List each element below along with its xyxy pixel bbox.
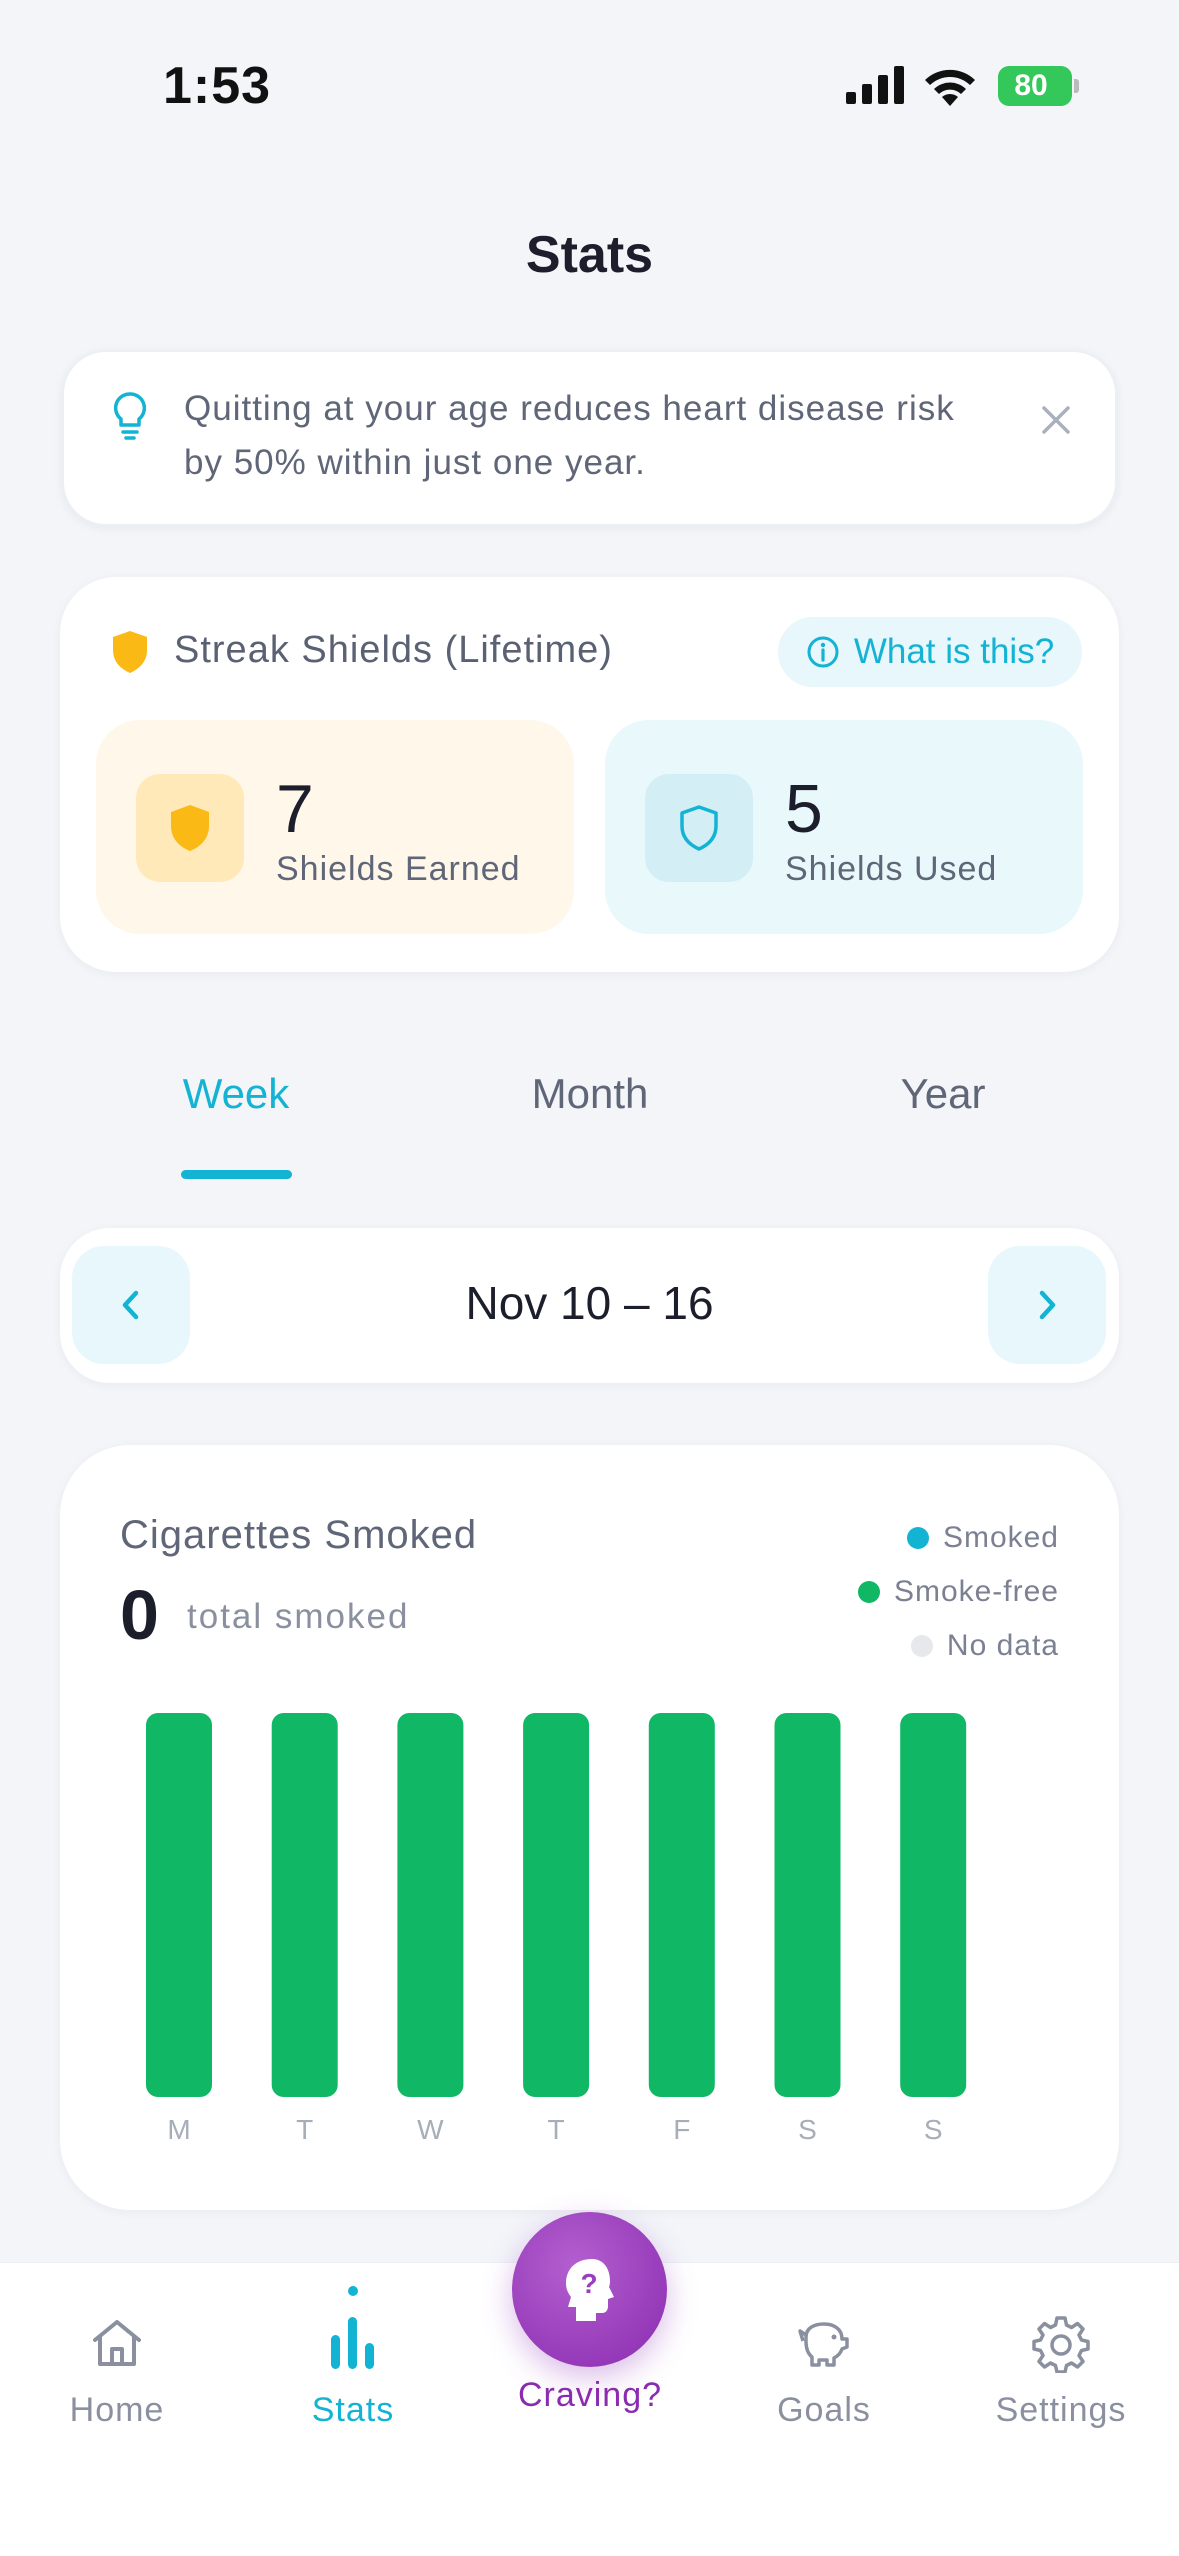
- nav-stats-label: Stats: [311, 2391, 395, 2429]
- x-tick-label: S: [798, 2114, 817, 2145]
- head-question-icon: ?: [565, 2258, 614, 2321]
- nav-goals-label: Goals: [777, 2391, 871, 2429]
- x-tick-label: W: [417, 2114, 444, 2145]
- page-title: Stats: [525, 226, 654, 284]
- nav-settings[interactable]: Settings: [961, 2313, 1161, 2430]
- tab-active-indicator: [181, 1170, 292, 1179]
- shields-earned-box: 7 Shields Earned: [96, 720, 574, 934]
- bar-smoke-free: [648, 1713, 715, 2097]
- x-tick-label: F: [673, 2114, 690, 2145]
- cigarettes-chart-card: Cigarettes Smoked 0 total smoked Smoked …: [60, 1445, 1119, 2210]
- bar-chart-icon: [331, 2286, 374, 2369]
- shields-earned-label: Shields Earned: [276, 850, 521, 888]
- shield-filled-icon: [171, 805, 209, 851]
- wifi-icon: [925, 69, 975, 106]
- next-week-button[interactable]: [988, 1246, 1106, 1364]
- x-tick-label: T: [548, 2114, 565, 2145]
- bar-chart: MTWTFSS: [146, 1713, 967, 2145]
- status-time: 1:53: [163, 57, 272, 115]
- bar-smoke-free: [774, 1713, 841, 2097]
- tip-text: Quitting at your age reduces heart disea…: [184, 389, 955, 482]
- x-tick-label: M: [167, 2114, 190, 2145]
- cellular-signal-icon: [846, 66, 904, 104]
- x-tick-label: T: [296, 2114, 313, 2145]
- status-bar: 1:53 80: [0, 0, 1179, 170]
- tab-month[interactable]: Month: [440, 1070, 740, 1118]
- tab-week[interactable]: Week: [86, 1070, 386, 1118]
- shields-used-box: 5 Shields Used: [605, 720, 1083, 934]
- x-tick-label: S: [924, 2114, 943, 2145]
- streak-shields-card: Streak Shields (Lifetime) What is this? …: [60, 577, 1119, 972]
- lightbulb-icon: [113, 392, 147, 440]
- info-icon: [807, 636, 839, 668]
- bar-smoke-free: [397, 1713, 464, 2097]
- what-is-this-button[interactable]: What is this?: [778, 617, 1082, 687]
- bar-smoke-free: [271, 1713, 338, 2097]
- shield-icon: [113, 631, 147, 673]
- close-icon[interactable]: [1036, 400, 1076, 440]
- period-tabs: Week Month Year: [0, 1070, 1179, 1180]
- shields-used-label: Shields Used: [785, 850, 998, 888]
- what-is-this-label: What is this?: [853, 632, 1055, 671]
- shields-used-value: 5: [785, 771, 823, 847]
- svg-text:?: ?: [580, 2268, 597, 2299]
- nav-stats[interactable]: Stats: [253, 2285, 453, 2430]
- shield-earned-icon-wrap: [136, 774, 244, 882]
- battery-tip: [1074, 79, 1079, 93]
- shields-title: Streak Shields (Lifetime): [174, 629, 613, 671]
- nav-home-label: Home: [69, 2391, 165, 2429]
- shields-earned-value: 7: [276, 771, 314, 847]
- gear-icon: [1032, 2316, 1090, 2373]
- bar-smoke-free: [146, 1713, 212, 2097]
- battery-level: 80: [998, 66, 1072, 106]
- shield-used-icon-wrap: [645, 774, 753, 882]
- date-navigator: Nov 10 – 16: [60, 1228, 1119, 1383]
- craving-label: Craving?: [517, 2376, 663, 2414]
- nav-goals[interactable]: Goals: [724, 2313, 924, 2430]
- craving-button[interactable]: ?: [512, 2212, 667, 2367]
- nav-home[interactable]: Home: [17, 2313, 217, 2430]
- tip-banner: Quitting at your age reduces heart disea…: [62, 350, 1117, 526]
- nav-settings-label: Settings: [995, 2391, 1127, 2429]
- tab-year[interactable]: Year: [793, 1070, 1093, 1118]
- battery-indicator: 80: [998, 66, 1080, 106]
- home-icon: [93, 2320, 141, 2366]
- date-range-label: Nov 10 – 16: [465, 1277, 714, 1329]
- chevron-right-icon: [1039, 1290, 1056, 1320]
- piggy-bank-icon: [798, 2322, 849, 2367]
- bar-smoke-free: [900, 1713, 967, 2097]
- shield-outline-icon: [680, 805, 718, 851]
- bar-smoke-free: [523, 1713, 590, 2097]
